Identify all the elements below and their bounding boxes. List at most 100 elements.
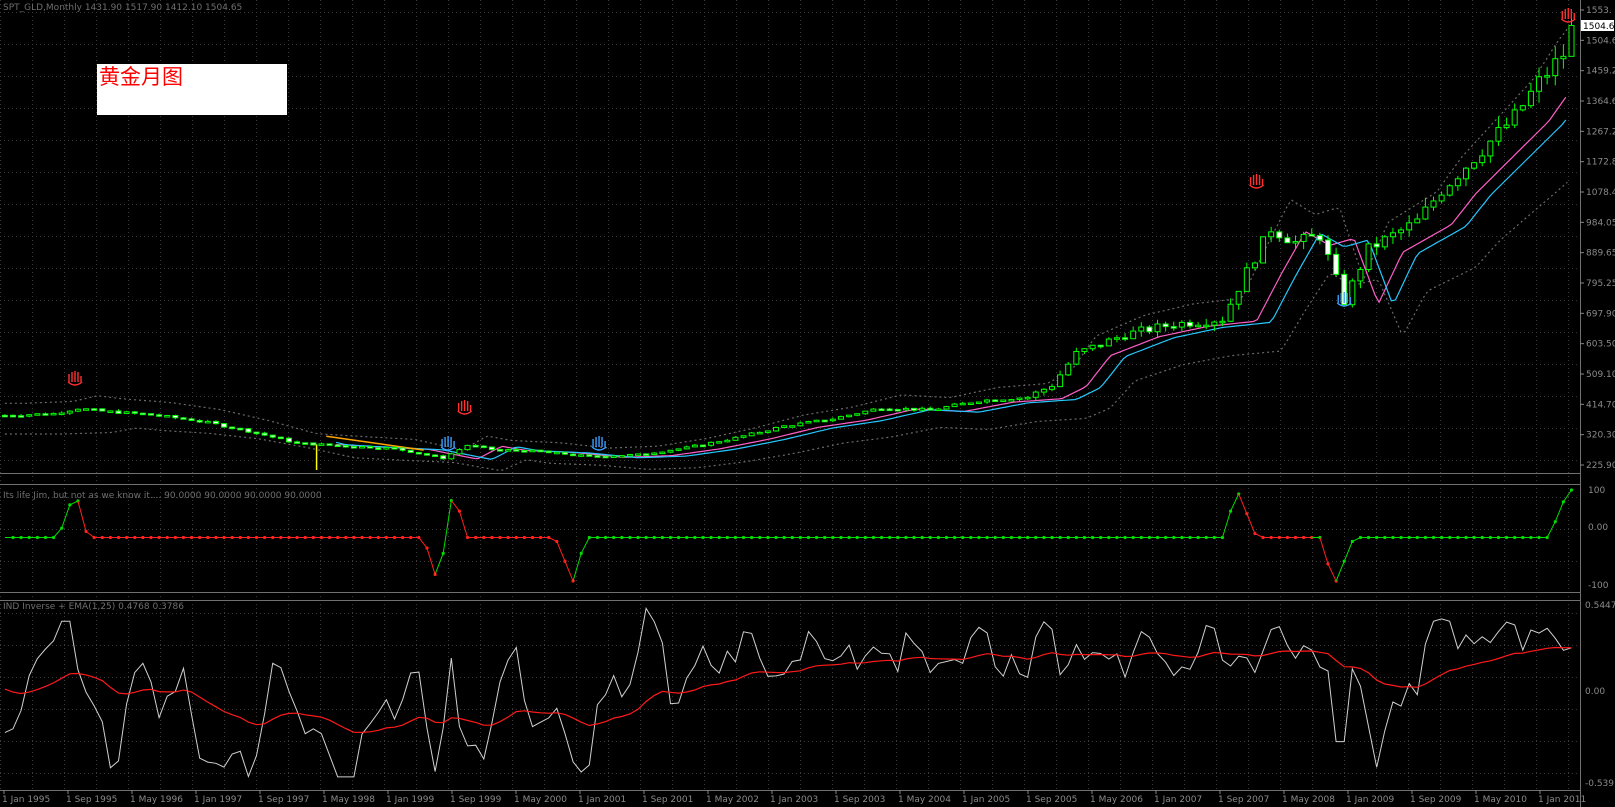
time-axis-label: 1 Jan 1997	[194, 795, 242, 805]
candle-body	[196, 420, 203, 423]
price-axis-label: 984.05	[1586, 218, 1615, 228]
candle-body	[1511, 109, 1518, 126]
candle-body	[1552, 58, 1559, 77]
chart-annotation-text: 黄金月图	[99, 65, 183, 89]
candle-body	[1560, 55, 1567, 60]
time-axis-label: 1 Jan 2005	[962, 795, 1010, 805]
price-axis-label: 889.65	[1586, 249, 1615, 259]
candle-body	[399, 447, 406, 451]
chart-annotation-box[interactable]: 黄金月图	[97, 64, 287, 115]
candle-body	[813, 419, 820, 423]
candle-body	[724, 439, 731, 443]
time-axis-label: 1 Jan 1999	[386, 795, 434, 805]
candle-body	[537, 449, 544, 453]
candle-body	[1430, 200, 1437, 208]
candle-body	[415, 451, 422, 455]
candle-body	[821, 419, 828, 423]
candle-body	[318, 443, 325, 446]
candle-body	[1479, 155, 1486, 164]
candle-body	[521, 450, 528, 453]
candle-body	[310, 442, 317, 446]
candle-body	[334, 444, 341, 448]
candle-body	[277, 436, 284, 440]
candle-body	[34, 413, 41, 416]
candle-body	[643, 453, 650, 456]
candle-body	[578, 454, 585, 457]
candle-body	[545, 450, 552, 454]
time-axis-label: 1 May 2006	[1090, 795, 1143, 805]
candle-body	[805, 421, 812, 424]
indicator2-title: IND Inverse + EMA(1,25) 0.4768 0.3786	[3, 602, 184, 612]
candle-body	[854, 413, 861, 416]
candle-body	[773, 426, 780, 432]
candle-body	[1186, 321, 1193, 327]
candle-body	[1422, 206, 1429, 220]
candle-body	[285, 437, 292, 443]
candle-body	[862, 410, 869, 415]
candle-body	[464, 444, 471, 451]
candle-body	[180, 417, 187, 420]
indicator1-axis-label: 0.00	[1588, 523, 1608, 533]
candle-body	[1, 414, 8, 418]
candle-body	[505, 449, 512, 452]
candle-body	[1024, 396, 1031, 400]
price-axis-label: 509.10	[1586, 370, 1615, 380]
indicator2-axis-label: 0.5447	[1585, 601, 1615, 611]
candle-body	[691, 444, 698, 448]
time-axis-label: 1 Jan 1995	[2, 795, 50, 805]
candle-body	[472, 444, 479, 448]
candle-body	[756, 431, 763, 435]
indicator2-axis-label: -0.5391	[1585, 779, 1615, 789]
candle-body	[1162, 323, 1169, 328]
time-axis-label: 1 Sep 1997	[258, 795, 309, 805]
candle-body	[269, 434, 276, 438]
candle-body	[732, 436, 739, 441]
candle-body	[1292, 241, 1299, 244]
time-axis-label: 1 Sep 1995	[66, 795, 117, 805]
price-axis-label: 1504.6	[1586, 36, 1615, 46]
candle-body	[781, 425, 788, 428]
candle-body	[1536, 76, 1543, 92]
time-axis-label: 1 Jan 2007	[1154, 795, 1202, 805]
candle-body	[846, 414, 853, 418]
candle-body	[74, 408, 81, 412]
candle-body	[212, 420, 219, 425]
candle-body	[1016, 397, 1023, 401]
candle-body	[975, 401, 982, 404]
candle-body	[1495, 127, 1502, 142]
time-axis-label: 1 Sep 2007	[1218, 795, 1269, 805]
candle-body	[1276, 231, 1283, 239]
candle-body	[497, 449, 504, 452]
price-axis-label: 320.30	[1586, 431, 1615, 441]
time-axis-label: 1 May 2010	[1474, 795, 1527, 805]
candle-body	[1203, 324, 1210, 328]
candle-body	[1211, 321, 1218, 326]
candle-body	[9, 414, 16, 418]
time-axis-label: 1 May 2004	[898, 795, 951, 805]
candle-body	[570, 453, 577, 457]
candle-body	[237, 427, 244, 431]
candle-body	[302, 442, 309, 445]
trading-chart[interactable]: SPT_GLD,Monthly 1431.90 1517.90 1412.10 …	[0, 0, 1615, 807]
candle-body	[659, 451, 666, 455]
candle-body	[919, 407, 926, 411]
candle-body	[1568, 24, 1575, 57]
candle-body	[1316, 235, 1323, 241]
candle-body	[1389, 232, 1396, 238]
candle-body	[294, 441, 301, 444]
candle-body	[1073, 351, 1080, 365]
candle-body	[359, 446, 366, 449]
candle-body	[699, 444, 706, 448]
candle-body	[1373, 243, 1380, 248]
candle-body	[107, 410, 114, 413]
candle-body	[115, 410, 122, 414]
candle-body	[1227, 303, 1234, 322]
candle-body	[870, 408, 877, 412]
time-axis-label: 1 Sep 2009	[1410, 795, 1462, 805]
candle-body	[342, 445, 349, 448]
candle-body	[902, 407, 909, 411]
candle-body	[1251, 262, 1258, 269]
time-axis-label: 1 Jan 2009	[1346, 795, 1394, 805]
candle-body	[383, 446, 390, 450]
candle-body	[602, 455, 609, 459]
